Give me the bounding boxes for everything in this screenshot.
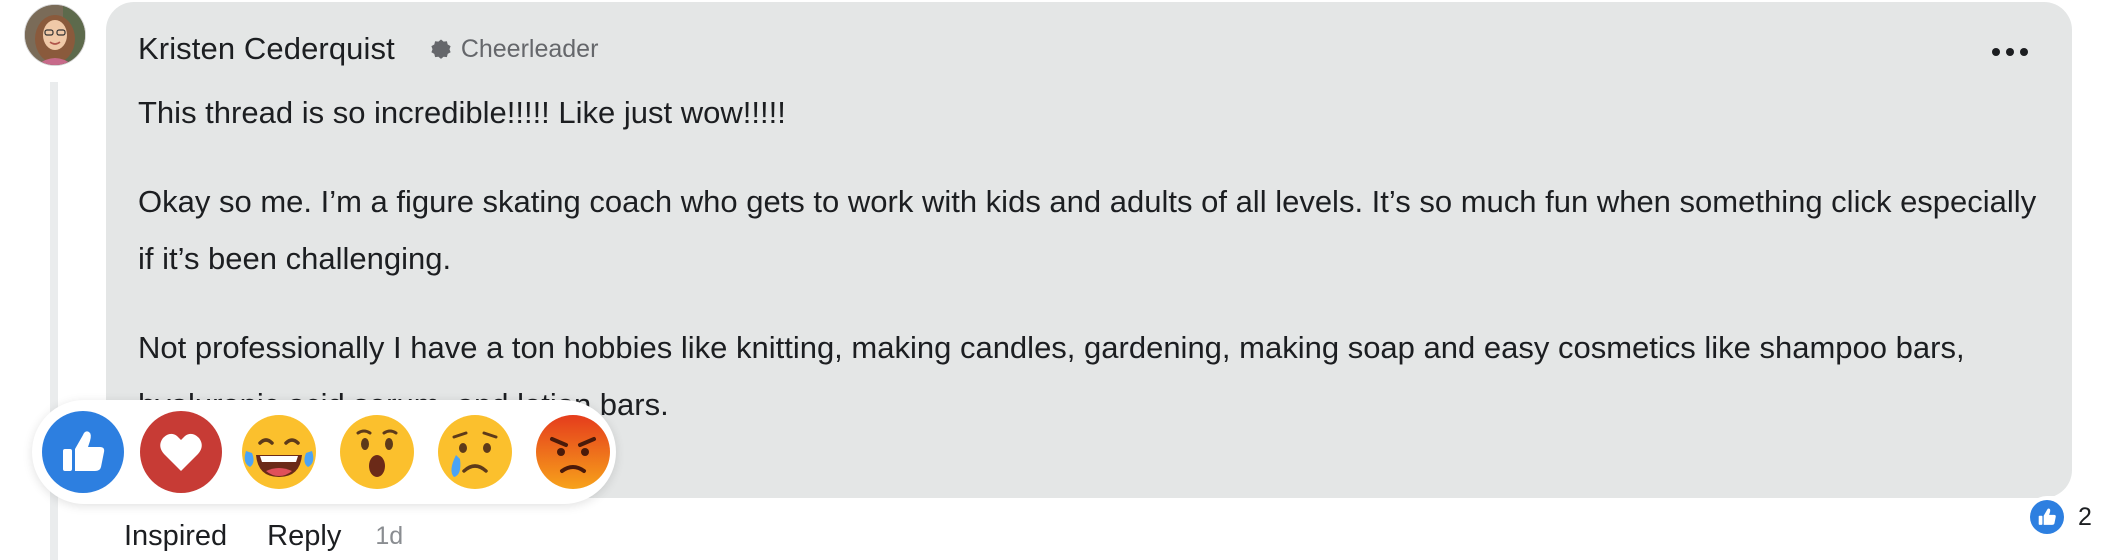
more-options-icon	[2006, 48, 2014, 56]
reaction-love-button[interactable]	[140, 411, 222, 493]
rank-badge: Cheerleader	[429, 34, 599, 64]
more-options-icon	[2020, 48, 2028, 56]
angry-face-icon	[536, 415, 610, 489]
badge-label: Cheerleader	[460, 34, 599, 63]
comment-thread: Kristen Cederquist Cheerleader This thre…	[0, 0, 2120, 560]
reaction-summary[interactable]: 2	[2026, 496, 2096, 538]
comment-actions: Inspired Reply 1d	[124, 512, 403, 560]
more-options-button[interactable]	[1986, 32, 2034, 72]
author-name[interactable]: Kristen Cederquist	[138, 31, 395, 67]
comment-paragraph: Okay so me. I’m a figure skating coach w…	[138, 184, 2037, 276]
reaction-count: 2	[2078, 502, 2092, 531]
reaction-wow-button[interactable]	[336, 411, 418, 493]
comment-timestamp[interactable]: 1d	[375, 522, 403, 551]
reaction-picker	[32, 400, 616, 504]
surprised-face-icon	[340, 415, 414, 489]
crying-face-icon	[438, 415, 512, 489]
comment-paragraph: This thread is so incredible!!!!! Like j…	[138, 95, 786, 130]
laughing-face-icon	[242, 415, 316, 489]
heart-icon	[140, 411, 222, 493]
author-row: Kristen Cederquist Cheerleader	[138, 28, 598, 70]
reaction-like-button[interactable]	[42, 411, 124, 493]
inspired-reaction-button[interactable]: Inspired	[124, 520, 227, 553]
reaction-haha-button[interactable]	[238, 411, 320, 493]
thumbs-up-icon	[2030, 500, 2064, 534]
more-options-icon	[1992, 48, 2000, 56]
avatar[interactable]	[24, 4, 86, 66]
reply-button[interactable]: Reply	[267, 520, 341, 553]
badge-icon	[431, 39, 451, 59]
reaction-sad-button[interactable]	[434, 411, 516, 493]
reaction-angry-button[interactable]	[532, 411, 614, 493]
thumbs-up-icon	[42, 411, 124, 493]
